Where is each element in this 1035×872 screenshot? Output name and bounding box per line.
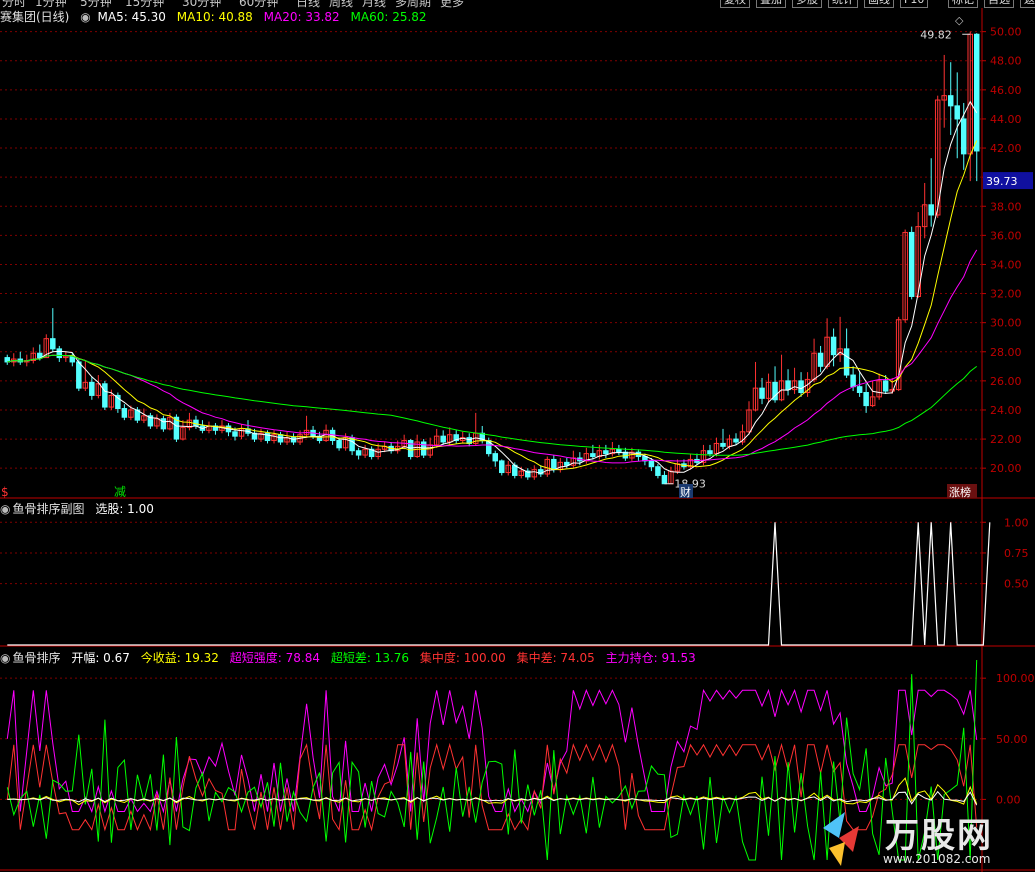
candle-body [947,95,954,107]
ma20-line [7,249,978,464]
watermark-url: www.201082.com [883,852,991,866]
ma60-line [7,354,978,456]
candle-body [121,408,128,418]
y-tick-label: 38.00 [990,200,1022,213]
sub2-item-chaoduancha: 超短差: 13.76 [330,651,410,665]
candle-body [954,105,960,120]
sub2-item-kaifu: 开幅: 0.67 [71,651,130,665]
candle-body [908,231,915,297]
candle-body [960,118,967,155]
y-tick-label: 24.00 [990,404,1022,417]
sub2-item-chaoduanqiangdu: 超短强度: 78.84 [229,651,320,665]
high-price-label: 49.82 [920,28,952,41]
candle-body [89,381,95,396]
y-tick-label: 100.00 [996,672,1035,685]
ma20-legend: MA20: 33.82 [263,10,340,24]
y-tick-label: 0.75 [1004,547,1029,560]
y-tick-label: 50.00 [990,26,1022,39]
sub2-icon[interactable]: ◉ [0,651,10,665]
sub2-item-jizhongdu: 集中度: 100.00 [419,651,506,665]
y-tick-label: 28.00 [990,346,1022,359]
candle-body [798,380,804,394]
y-tick-label: 50.00 [996,733,1028,746]
logo-mark-icon [823,812,859,866]
y-tick-label: 48.00 [990,55,1022,68]
reduce-marker: 减 [114,485,126,499]
candle-body [492,453,499,462]
candle-body [785,380,791,391]
candle-body [817,352,824,367]
sub2-item-jizhongcha: 集中差: 74.05 [516,651,595,665]
chart-canvas: 20.00 22.00 24.00 26.00 28.00 30.00 32.00 34.00… [0,8,1035,872]
candle-body [648,460,655,468]
sub1-value: 选股: 1.00 [95,502,154,516]
y-tick-label: 46.00 [990,84,1022,97]
y-tick-label: 44.00 [990,113,1022,126]
site-watermark-logo: 万股网 www.201082.com [815,808,1025,868]
candle-body [720,442,726,447]
candle-body [882,380,889,392]
candle-body [759,387,765,399]
watermark-brand: 万股网 [885,816,993,856]
select-signal-line [7,522,991,646]
candle-body [336,440,342,449]
sub2-item-zhulichicang: 主力持仓: 91.53 [605,651,696,665]
main-header: 赛集团(日线) ◉ MA5: 45.30 MA10: 40.88 MA20: 3… [0,10,434,24]
y-tick-label: 0.00 [996,793,1021,806]
candle-body [355,450,362,456]
candle-body [733,438,739,443]
candle-body [603,450,609,455]
y-tick-label: 26.00 [990,375,1022,388]
candle-body [551,458,557,471]
diamond-icon: ◇ [955,14,964,27]
candle-body [56,348,63,359]
candle-body [440,435,446,443]
ma5-line [7,100,978,474]
sub1-header: ◉ 鱼骨排序副图 选股: 1.00 [0,502,161,516]
candle-body [499,460,505,474]
y-tick-label: 22.00 [990,433,1022,446]
ma-toggle-icon[interactable]: ◉ [80,10,90,24]
sub2-title[interactable]: 鱼骨排序 [12,651,60,665]
candle-body [928,204,934,216]
candle-body [856,386,863,394]
y-tick-label: 42.00 [990,142,1022,155]
y-tick-label: 32.00 [990,288,1022,301]
y-tick-label: 0.50 [1004,578,1029,591]
sub2-item-jinshouyi: 今收益: 19.32 [140,651,219,665]
candle-body [102,383,108,408]
ma10-legend: MA10: 40.88 [176,10,253,24]
rank-marker: 涨榜 [949,485,971,499]
candle-body [973,33,980,152]
candle-body [863,392,869,407]
candle-body [76,361,82,389]
stock-name[interactable]: 赛集团(日线) [0,10,69,24]
ma60-legend: MA60: 25.82 [350,10,427,24]
candle-body [590,453,596,458]
candle-body [843,348,850,376]
y-tick-label: 36.00 [990,229,1022,242]
candle-body [160,418,167,430]
sub1-icon[interactable]: ◉ [0,502,10,516]
y-tick-label: 1.00 [1004,516,1029,529]
candle-body [661,474,668,485]
sub2-header: ◉ 鱼骨排序 开幅: 0.67 今收益: 19.32 超短强度: 78.84 超短… [0,651,703,665]
fin-marker: 财 [680,485,691,499]
dollar-marker: $ [1,485,9,499]
candle-body [850,374,856,388]
ma5-legend: MA5: 45.30 [97,10,166,24]
y-tick-label: 34.00 [990,258,1022,271]
candle-body [707,450,713,455]
candle-body [616,448,622,453]
candle-body [50,338,56,350]
y-tick-label: 30.00 [990,317,1022,330]
candle-body [830,336,837,356]
sub1-title[interactable]: 鱼骨排序副图 [12,502,84,516]
candle-body [655,466,661,476]
current-price-label: 39.73 [986,175,1018,188]
candle-body [232,431,238,437]
y-tick-label: 20.00 [990,462,1022,475]
